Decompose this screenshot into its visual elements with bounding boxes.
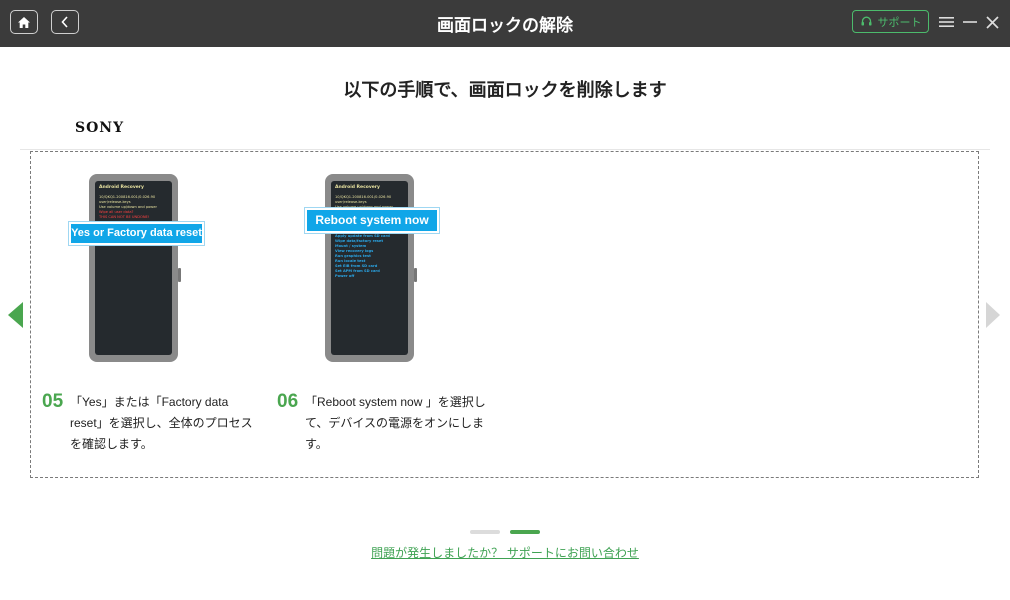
next-button[interactable] [983, 300, 1003, 330]
menu-item: Mount / system [335, 244, 367, 248]
screen-title: Android Recovery [99, 185, 144, 190]
arrow-left-icon [8, 302, 23, 328]
menu-item: View recovery logs [335, 249, 374, 253]
minimize-button[interactable] [961, 12, 979, 32]
headset-icon [861, 16, 871, 26]
page-heading: 以下の手順で、画面ロックを削除します [343, 80, 667, 101]
menu-icon [938, 17, 954, 27]
menu-item: Set EIB from SD card [335, 264, 378, 268]
close-button[interactable] [983, 12, 1001, 32]
previous-button[interactable] [5, 300, 25, 330]
support-button[interactable]: サポート [852, 10, 929, 33]
step-description: 「Reboot system now 」を選択して、デバイスの電源をオンにします… [305, 395, 486, 451]
menu-item: Run graphics test [335, 254, 371, 258]
step-description: 「Yes」または「Factory data reset」を選択し、全体のプロセス… [70, 395, 253, 451]
phone-screen: Android Recovery 10/QKQ1.200816.001/0.02… [95, 181, 172, 355]
phone-illustration-step-06: Android Recovery 10/QKQ1.200816.001/0.02… [325, 174, 417, 362]
screen-line: 10/QKQ1.200816.001/0.026.90 [335, 195, 392, 199]
screen-line: user/release-keys [99, 200, 131, 204]
phone-illustration-step-05: Android Recovery 10/QKQ1.200816.001/0.02… [89, 174, 181, 362]
brand-label: SONY [75, 120, 125, 136]
phone-side-button [178, 268, 181, 282]
screen-line: Use volume up/down and power [99, 205, 157, 209]
screen-line: THIS CAN NOT BE UNDONE! [99, 215, 150, 219]
screen-line: user/release-keys [335, 200, 367, 204]
menu-item: Set APM from SD card [335, 269, 380, 273]
screen-title: Android Recovery [335, 185, 380, 190]
menu-item: Power off [335, 274, 355, 278]
minimize-icon [963, 21, 977, 23]
page-indicator-1[interactable] [470, 530, 500, 534]
arrow-right-icon [986, 302, 1000, 328]
menu-item: Run locale test [335, 259, 366, 263]
screen-line: Wipe all user data? [99, 210, 134, 214]
menu-item: Wipe data/factory reset [335, 239, 384, 243]
title-bar: 画面ロックの解除 サポート [0, 0, 1010, 47]
screen-line: 10/QKQ1.200816.001/0.026.90 [99, 195, 156, 199]
step-number: 06 [277, 391, 299, 412]
step-number: 05 [42, 391, 64, 412]
menu-button[interactable] [937, 12, 955, 32]
callout-label: Reboot system now [305, 208, 439, 233]
support-link[interactable]: 問題が発生しましたか？ サポートにお問い合わせ [0, 544, 1010, 561]
page-indicator-2[interactable] [510, 530, 540, 534]
callout-label: Yes or Factory data reset [69, 222, 204, 245]
divider [20, 149, 990, 150]
menu-item: Apply update from SD card [335, 234, 390, 238]
support-label: サポート [877, 15, 922, 29]
phone-side-button [414, 268, 417, 282]
close-icon [985, 15, 999, 29]
